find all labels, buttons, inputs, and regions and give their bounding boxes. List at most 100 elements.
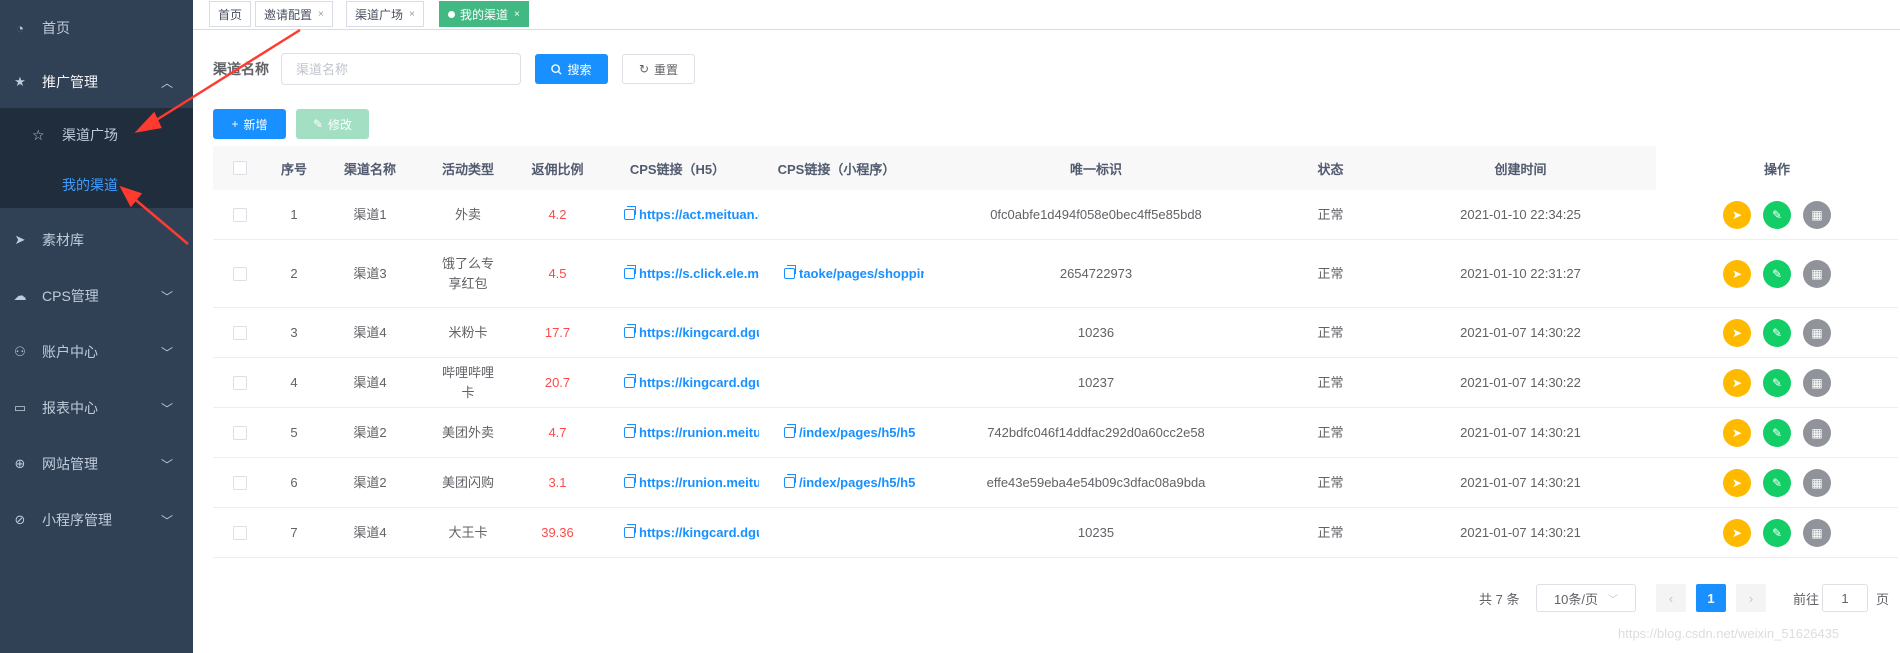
cell-uid: 0fc0abfe1d494f058e0bec4ff5e85bd8 — [990, 206, 1202, 222]
close-icon[interactable]: × — [514, 9, 520, 20]
send-icon[interactable]: ➤ — [1723, 200, 1751, 229]
tab-my-channels[interactable]: 我的渠道 × — [439, 1, 529, 27]
tab-invite-config[interactable]: 邀请配置 × — [255, 1, 333, 27]
header-select-all[interactable] — [213, 146, 267, 190]
row-select[interactable] — [213, 190, 267, 239]
cps-h5-link[interactable]: https://kingcard.dgu — [624, 523, 759, 543]
edit-icon[interactable]: ✎ — [1763, 368, 1791, 397]
search-input[interactable] — [281, 53, 521, 85]
tab-home[interactable]: 首页 — [209, 1, 252, 27]
column-header: 操作 — [1763, 161, 1790, 177]
page-number-current[interactable]: 1 — [1696, 584, 1726, 612]
goto-page-input[interactable]: 1 — [1822, 584, 1868, 612]
copy-icon[interactable] — [624, 524, 636, 538]
send-icon[interactable]: ➤ — [1723, 518, 1751, 547]
copy-icon[interactable] — [624, 206, 636, 220]
row-checkbox[interactable] — [233, 266, 247, 281]
row-checkbox[interactable] — [233, 375, 247, 390]
table-row: 2 渠道3 饿了么专享红包 4.5 https://s.click.ele.me… — [213, 240, 1898, 308]
row-select[interactable] — [213, 240, 267, 307]
sidebar-item-promotion[interactable]: ★ 推广管理 ︿ — [0, 54, 193, 110]
close-icon[interactable]: × — [318, 9, 324, 20]
sidebar-item-channel-square[interactable]: ☆ 渠道广场 — [0, 110, 193, 160]
close-icon[interactable]: × — [409, 9, 415, 20]
cell-created: 2021-01-07 14:30:21 — [1460, 524, 1581, 540]
add-button[interactable]: + 新增 — [213, 109, 286, 139]
send-icon[interactable]: ➤ — [1723, 259, 1751, 288]
row-select[interactable] — [213, 458, 267, 507]
copy-icon[interactable] — [624, 424, 636, 438]
edit-icon[interactable]: ✎ — [1763, 200, 1791, 229]
send-icon[interactable]: ➤ — [1723, 368, 1751, 397]
send-icon[interactable]: ➤ — [1723, 418, 1751, 447]
row-select[interactable] — [213, 508, 267, 557]
cps-h5-link[interactable]: https://runion.meitu — [624, 423, 759, 443]
sidebar-item-materials[interactable]: ➤ 素材库 — [0, 212, 193, 268]
cps-mp-link[interactable]: /index/pages/h5/h5 — [784, 423, 915, 443]
page-size-select[interactable]: 10条/页 ﹀ — [1536, 584, 1636, 612]
copy-icon[interactable] — [624, 374, 636, 388]
cell-created: 2021-01-07 14:30:22 — [1460, 324, 1581, 340]
page-size-value: 10条/页 — [1553, 591, 1599, 607]
row-select[interactable] — [213, 308, 267, 357]
cell-no: 3 — [290, 324, 298, 340]
copy-icon[interactable] — [624, 324, 636, 338]
edit-icon[interactable]: ✎ — [1763, 518, 1791, 547]
sidebar-item-website[interactable]: ⊕ 网站管理 ﹀ — [0, 436, 193, 492]
prev-page-button[interactable]: ‹ — [1656, 584, 1686, 612]
cps-h5-link[interactable]: https://runion.meitu — [624, 473, 759, 493]
row-checkbox[interactable] — [233, 475, 247, 490]
grid-icon[interactable]: ▦ — [1803, 418, 1831, 447]
copy-icon[interactable] — [784, 474, 796, 488]
edit-button[interactable]: ✎ 修改 — [296, 109, 369, 139]
select-all-checkbox[interactable] — [233, 161, 247, 175]
cps-h5-link[interactable]: https://s.click.ele.me — [624, 264, 759, 284]
chevron-down-icon: ﹀ — [160, 345, 173, 360]
sidebar-item-label: 报表中心 — [42, 400, 98, 416]
grid-icon[interactable]: ▦ — [1803, 468, 1831, 497]
grid-icon[interactable]: ▦ — [1803, 259, 1831, 288]
reset-button[interactable]: ↻ 重置 — [622, 54, 695, 84]
tab-channel-square[interactable]: 渠道广场 × — [346, 1, 424, 27]
sidebar-item-my-channels[interactable]: 我的渠道 — [0, 160, 193, 210]
cell-status: 正常 — [1317, 524, 1344, 540]
grid-icon[interactable]: ▦ — [1803, 318, 1831, 347]
row-checkbox[interactable] — [233, 207, 247, 222]
row-checkbox[interactable] — [233, 325, 247, 340]
copy-icon[interactable] — [624, 474, 636, 488]
cps-h5-link[interactable]: https://kingcard.dgu — [624, 373, 759, 393]
sidebar-item-account[interactable]: ⚇ 账户中心 ﹀ — [0, 324, 193, 380]
cell-status: 正常 — [1317, 265, 1344, 281]
edit-icon[interactable]: ✎ — [1763, 418, 1791, 447]
grid-icon[interactable]: ▦ — [1803, 518, 1831, 547]
row-select[interactable] — [213, 408, 267, 457]
cell-created: 2021-01-10 22:31:27 — [1460, 265, 1581, 281]
send-icon[interactable]: ➤ — [1723, 468, 1751, 497]
sidebar-item-label: 小程序管理 — [42, 512, 112, 528]
column-header: 状态 — [1317, 161, 1344, 177]
sidebar-item-reports[interactable]: ▭ 报表中心 ﹀ — [0, 380, 193, 436]
cps-h5-link[interactable]: https://kingcard.dgu — [624, 323, 759, 343]
search-button[interactable]: 搜索 — [535, 54, 608, 84]
next-page-button[interactable]: › — [1736, 584, 1766, 612]
edit-icon[interactable]: ✎ — [1763, 468, 1791, 497]
copy-icon[interactable] — [784, 265, 796, 279]
sidebar-item-home[interactable]: ◔ 首页 — [0, 0, 193, 56]
send-icon[interactable]: ➤ — [1723, 318, 1751, 347]
copy-icon[interactable] — [624, 265, 636, 279]
grid-icon[interactable]: ▦ — [1803, 200, 1831, 229]
cps-mp-text: /index/pages/h5/h5 — [799, 424, 916, 440]
copy-icon[interactable] — [784, 424, 796, 438]
sidebar-item-miniprogram[interactable]: ⊘ 小程序管理 ﹀ — [0, 492, 193, 548]
cps-mp-link[interactable]: /index/pages/h5/h5 — [784, 473, 915, 493]
cps-h5-link[interactable]: https://act.meituan.c — [624, 205, 759, 225]
cell-actions: ➤ ✎ ▦ — [1656, 190, 1898, 239]
sidebar-item-cps[interactable]: ☁ CPS管理 ﹀ — [0, 268, 193, 324]
cps-mp-link[interactable]: taoke/pages/shoppir — [784, 264, 924, 284]
edit-icon[interactable]: ✎ — [1763, 318, 1791, 347]
row-select[interactable] — [213, 358, 267, 407]
row-checkbox[interactable] — [233, 525, 247, 540]
grid-icon[interactable]: ▦ — [1803, 368, 1831, 397]
edit-icon[interactable]: ✎ — [1763, 259, 1791, 288]
row-checkbox[interactable] — [233, 425, 247, 440]
